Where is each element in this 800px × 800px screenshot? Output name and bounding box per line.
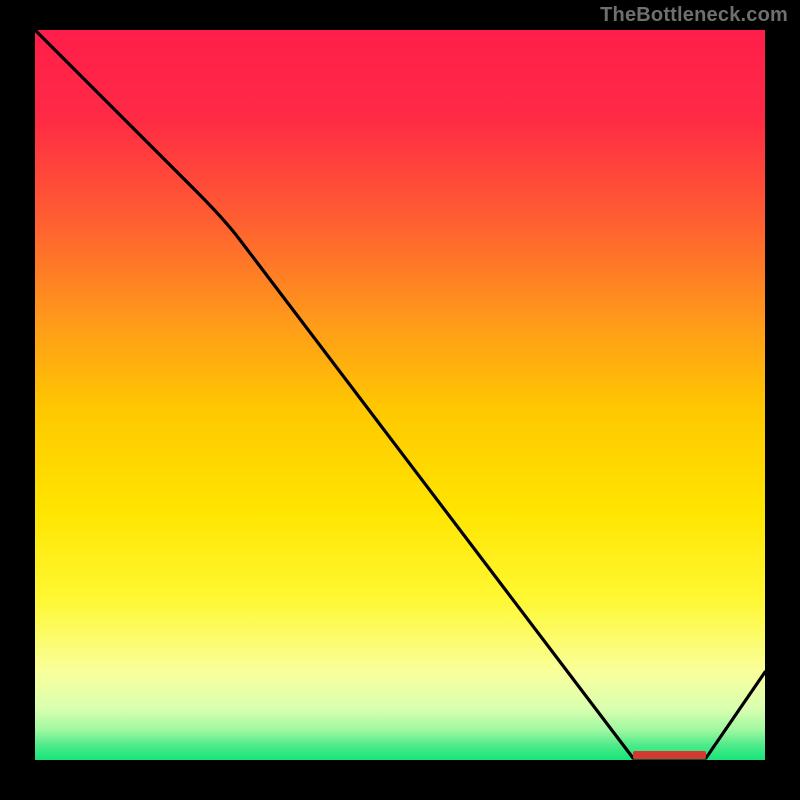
watermark-text: TheBottleneck.com — [600, 4, 788, 27]
chart-frame: TheBottleneck.com — [0, 0, 800, 800]
chart-svg — [35, 30, 765, 760]
plot-area — [35, 30, 765, 760]
optimal-range-marker — [633, 751, 706, 759]
